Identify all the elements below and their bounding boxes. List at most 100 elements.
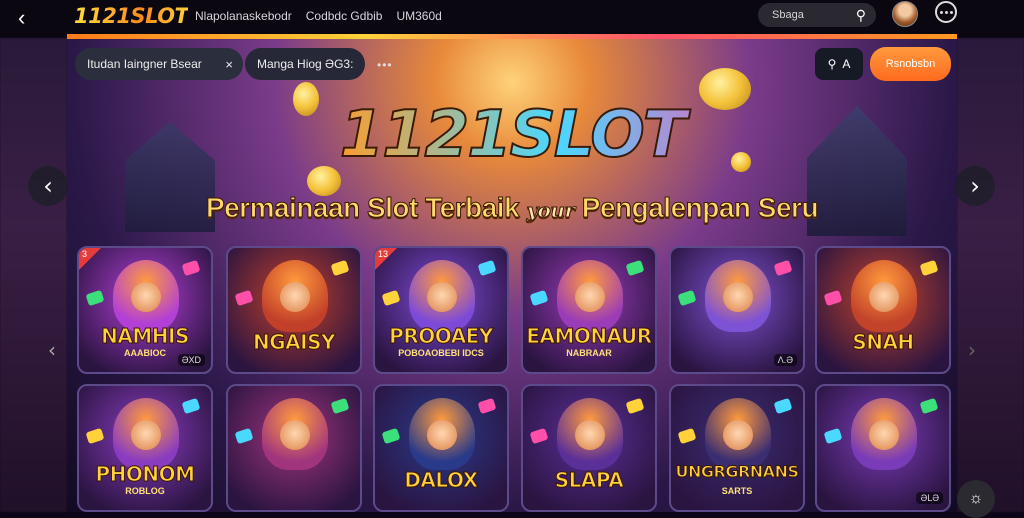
banner-top-stripe: [67, 34, 957, 39]
game-card-subtitle: ROBLOG: [125, 486, 165, 496]
carousel-prev-button[interactable]: ‹: [28, 166, 68, 206]
background-right-blur: [957, 38, 1024, 512]
gem-icon: [234, 289, 254, 307]
corner-ribbon-label: 13: [378, 249, 389, 259]
game-card-badge: Λ.Ə: [773, 354, 797, 366]
top-nav: Nlapolanaskebodr Codbdc Gdbib UM360d: [195, 9, 442, 23]
cta-button[interactable]: Rsnobsbn: [870, 47, 951, 81]
gem-icon: [773, 259, 793, 277]
game-card-title: DALOX: [404, 468, 479, 493]
game-card-title: SLAPA: [554, 468, 624, 493]
game-card[interactable]: UNGRGRNANS SARTS: [669, 384, 805, 512]
floating-action-button[interactable]: ☼: [957, 480, 995, 518]
gem-icon: [823, 427, 843, 445]
site-logo[interactable]: 1121SLOT: [74, 4, 189, 28]
character-illustration: [262, 260, 328, 332]
game-card-title: NAMHIS: [101, 324, 190, 349]
game-card-subtitle: SARTS: [721, 486, 753, 496]
gem-icon: [477, 259, 497, 277]
support-icon: ☼: [968, 490, 984, 507]
game-card[interactable]: 3 NAMHIS AAABIOC ƏXD: [77, 246, 213, 374]
character-illustration: [262, 398, 328, 470]
chevron-right-icon: ›: [968, 338, 976, 362]
game-card[interactable]: SNAH: [815, 246, 951, 374]
filter-chip[interactable]: Itudan Iaingner Bsear ×: [75, 48, 243, 80]
gem-icon: [181, 259, 201, 277]
chevron-right-icon: ›: [970, 172, 980, 200]
game-card[interactable]: EAMONAUR NABRAAR: [521, 246, 657, 374]
filter-chip[interactable]: Manga Hiog ƏG3:: [245, 48, 365, 80]
hero-subtitle-part: Pengalenpan Seru: [581, 192, 819, 224]
game-card-badge: ƏLƏ: [916, 492, 943, 504]
game-card[interactable]: [226, 384, 362, 512]
character-illustration: [557, 260, 623, 332]
game-card[interactable]: Λ.Ə: [669, 246, 805, 374]
character-illustration: [851, 260, 917, 332]
game-card-title: EAMONAUR: [526, 324, 653, 349]
search-icon: ⚲: [827, 57, 837, 71]
carousel-next-button[interactable]: ›: [955, 166, 995, 206]
chevron-left-icon: ‹: [18, 5, 26, 30]
character-illustration: [113, 260, 179, 332]
game-card-title: PROOAEY: [389, 324, 494, 349]
game-card-badge: ƏXD: [177, 354, 205, 366]
top-nav-item[interactable]: Nlapolanaskebodr: [195, 9, 292, 23]
game-card-subtitle: NABRAAR: [566, 348, 612, 358]
hero-subtitle-part: your: [526, 198, 576, 223]
character-illustration: [705, 398, 771, 470]
search-button[interactable]: ⚲ A: [815, 48, 863, 80]
hero-title: 1121SLOT: [67, 99, 957, 171]
game-card-title: NGAISY: [253, 330, 336, 355]
gem-icon: [381, 427, 401, 445]
gem-icon: [85, 289, 105, 307]
corner-ribbon-label: 3: [82, 249, 88, 259]
gem-icon: [181, 397, 201, 415]
top-nav-item[interactable]: UM360d: [396, 9, 441, 23]
game-grid: 3 NAMHIS AAABIOC ƏXD NGAISY 13 PROOAEY POBOAOBE…: [77, 246, 951, 512]
character-illustration: [851, 398, 917, 470]
top-nav-item[interactable]: Codbdc Gdbib: [306, 9, 383, 23]
filter-chip-label: Itudan Iaingner Bsear: [87, 57, 202, 71]
game-card[interactable]: DALOX: [373, 384, 509, 512]
top-bar: ‹ 1121SLOT Nlapolanaskebodr Codbdc Gdbib…: [0, 0, 1024, 38]
game-card-title: PHONOM: [95, 462, 196, 487]
close-icon[interactable]: ×: [225, 57, 233, 72]
gem-icon: [823, 289, 843, 307]
grid-prev-button[interactable]: ‹: [38, 336, 66, 364]
gem-icon: [677, 427, 697, 445]
gem-icon: [529, 289, 549, 307]
gem-icon: [677, 289, 697, 307]
more-dots-icon[interactable]: [935, 1, 957, 23]
gem-icon: [234, 427, 254, 445]
character-illustration: [409, 398, 475, 470]
game-card-title: SNAH: [852, 330, 915, 355]
gem-icon: [773, 397, 793, 415]
chevron-left-icon: ‹: [43, 172, 53, 200]
background-left-blur: [0, 38, 67, 512]
user-avatar[interactable]: [892, 1, 918, 27]
game-card[interactable]: 13 PROOAEY POBOAOBEBI IDCS: [373, 246, 509, 374]
more-chips-button[interactable]: •••: [377, 58, 393, 72]
search-bar[interactable]: Sbaga ⚲: [758, 3, 876, 27]
search-label: Sbaga: [772, 9, 804, 21]
character-illustration: [113, 398, 179, 470]
grid-next-button[interactable]: ›: [958, 336, 986, 364]
character-illustration: [409, 260, 475, 332]
gem-icon: [919, 397, 939, 415]
gem-icon: [477, 397, 497, 415]
game-card-title: UNGRGRNANS: [675, 462, 799, 482]
gem-icon: [85, 427, 105, 445]
back-button[interactable]: ‹: [18, 6, 25, 30]
gem-icon: [919, 259, 939, 277]
game-card-subtitle: POBOAOBEBI IDCS: [398, 348, 484, 358]
gem-icon: [625, 259, 645, 277]
gem-icon: [330, 397, 350, 415]
game-card[interactable]: NGAISY: [226, 246, 362, 374]
game-card[interactable]: SLAPA: [521, 384, 657, 512]
game-card[interactable]: PHONOM ROBLOG: [77, 384, 213, 512]
search-icon[interactable]: ⚲: [856, 7, 866, 24]
gem-icon: [330, 259, 350, 277]
chevron-left-icon: ‹: [48, 338, 56, 362]
filter-chip-label: Manga Hiog ƏG3:: [257, 57, 354, 71]
game-card[interactable]: ƏLƏ: [815, 384, 951, 512]
